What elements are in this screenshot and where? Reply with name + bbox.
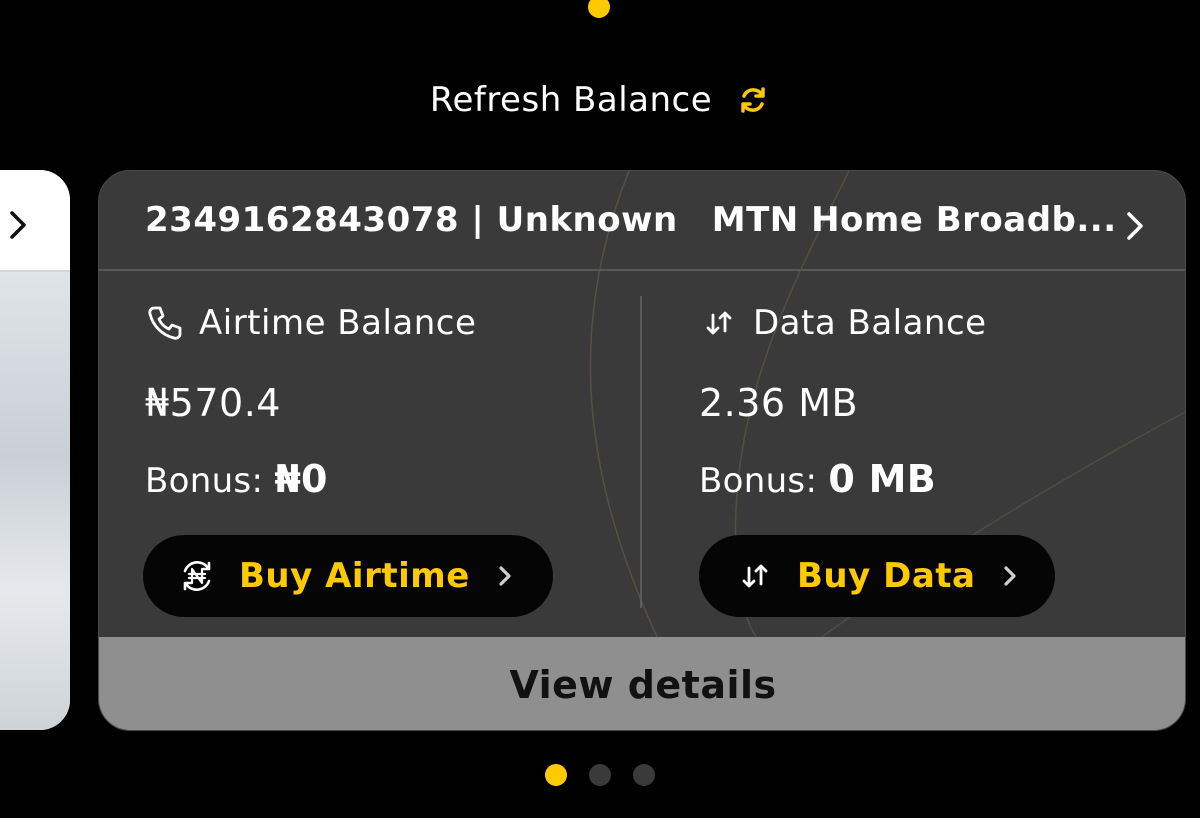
airtime-bonus-label: Bonus: (145, 461, 264, 501)
data-bonus-label: Bonus: (699, 461, 818, 501)
data-balance-label: Data Balance (753, 303, 987, 343)
data-balance-value: 2.36 MB (699, 381, 859, 425)
data-bonus: Bonus: 0 MB (699, 457, 936, 501)
airtime-balance-value: ₦570.4 (145, 381, 281, 425)
pager-dot-2[interactable] (589, 764, 611, 786)
up-down-arrows-icon (742, 564, 768, 588)
chevron-right-icon (10, 211, 26, 239)
data-balance-heading: Data Balance (699, 301, 987, 345)
refresh-balance-label: Refresh Balance (429, 80, 713, 120)
airtime-balance-label: Airtime Balance (199, 303, 477, 343)
previous-account-card[interactable] (0, 170, 70, 730)
chevron-right-icon (1004, 566, 1017, 586)
carousel-pager (0, 764, 1200, 788)
top-page-indicator-dot (588, 0, 610, 18)
previous-card-body (0, 272, 70, 730)
refresh-icon (741, 87, 765, 113)
data-bonus-value: 0 MB (828, 457, 936, 501)
line-number: 2349162843078 | Unknown (145, 200, 678, 240)
buy-airtime-label: Buy Airtime (239, 556, 470, 596)
airtime-balance-section: Airtime Balance ₦570.4 Bonus: ₦0 Buy Air… (143, 271, 625, 637)
pager-dot-3[interactable] (633, 764, 655, 786)
pager-dot-1[interactable] (545, 764, 567, 786)
account-header[interactable]: 2349162843078 | Unknown MTN Home Broadb.… (99, 171, 1185, 271)
chevron-right-icon (499, 566, 511, 586)
airtime-bonus: Bonus: ₦0 (145, 457, 328, 501)
section-divider (640, 296, 642, 608)
buy-data-button[interactable]: Buy Data (699, 535, 1055, 617)
airtime-bonus-value: ₦0 (274, 457, 328, 501)
phone-icon (148, 306, 182, 340)
refresh-balance-button[interactable]: Refresh Balance (0, 76, 1200, 124)
previous-card-header (0, 170, 70, 272)
view-details-button[interactable]: View details (99, 637, 1185, 730)
data-balance-section: Data Balance 2.36 MB Bonus: 0 MB Buy Dat… (699, 271, 1149, 637)
up-down-arrows-icon (706, 311, 732, 335)
plan-name: MTN Home Broadb... (711, 200, 1117, 240)
account-balance-card: 2349162843078 | Unknown MTN Home Broadb.… (98, 170, 1186, 731)
naira-cycle-icon (183, 561, 211, 591)
buy-data-label: Buy Data (797, 556, 976, 596)
chevron-right-icon (1127, 212, 1143, 240)
airtime-balance-heading: Airtime Balance (145, 301, 476, 345)
view-details-label: View details (509, 662, 777, 707)
buy-airtime-button[interactable]: Buy Airtime (143, 535, 553, 617)
